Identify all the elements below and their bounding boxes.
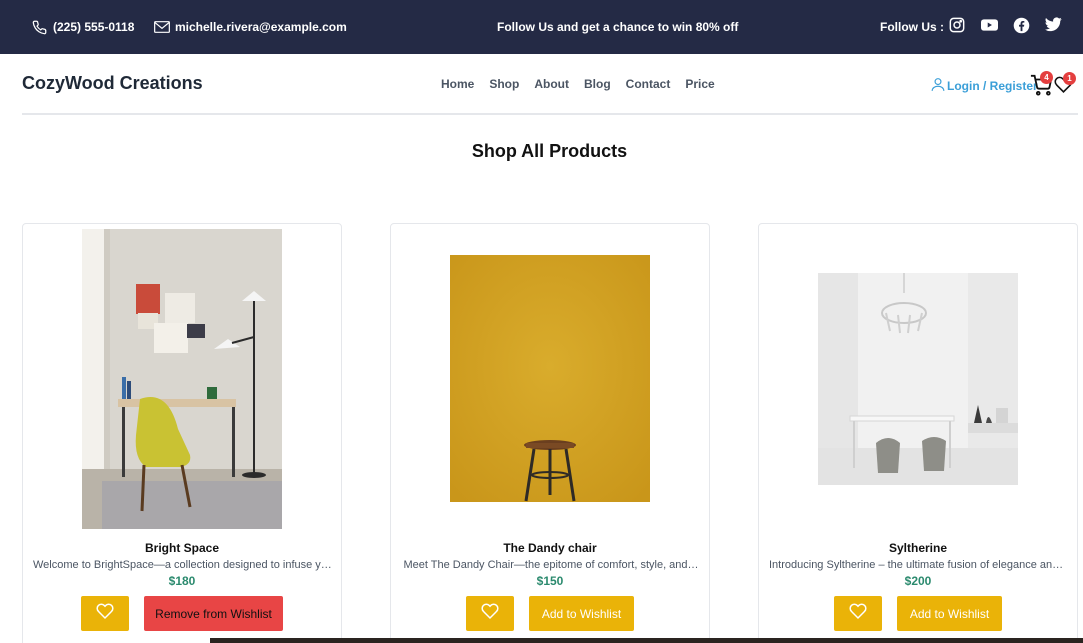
follow-label: Follow Us : <box>880 20 944 34</box>
product-image[interactable] <box>82 229 282 529</box>
login-register-link[interactable]: Login / Register <box>931 77 1038 95</box>
nav-about[interactable]: About <box>534 77 569 91</box>
email-address: michelle.rivera@example.com <box>175 20 347 34</box>
mail-icon <box>154 20 170 34</box>
heart-icon <box>849 602 867 625</box>
contact-email[interactable]: michelle.rivera@example.com <box>154 0 347 54</box>
main-nav: Home Shop About Blog Contact Price <box>441 77 715 91</box>
product-card[interactable]: The Dandy chair Meet The Dandy Chair—the… <box>390 223 710 643</box>
product-price: $180 <box>168 574 196 588</box>
promo-text: Follow Us and get a chance to win 80% of… <box>497 20 739 34</box>
wishlist-heart-button[interactable] <box>466 596 514 631</box>
next-section-edge <box>210 638 1083 643</box>
instagram-icon[interactable] <box>949 17 967 35</box>
product-image[interactable] <box>818 273 1018 485</box>
product-description: Meet The Dandy Chair—the epitome of comf… <box>403 559 699 571</box>
user-icon <box>931 77 945 95</box>
heart-icon <box>481 602 499 625</box>
page-title: Shop All Products <box>471 141 628 161</box>
wishlist-heart-button[interactable] <box>81 596 129 631</box>
twitter-icon[interactable] <box>1045 17 1063 35</box>
product-price: $200 <box>904 574 932 588</box>
contact-phone[interactable]: (225) 555-0118 <box>32 0 134 54</box>
product-card[interactable]: Syltherine Introducing Syltherine – the … <box>758 223 1078 643</box>
cart-count-badge: 4 <box>1040 71 1053 84</box>
add-to-wishlist-button[interactable]: Add to Wishlist <box>897 596 1002 631</box>
add-to-wishlist-button[interactable]: Add to Wishlist <box>529 596 634 631</box>
product-description: Welcome to BrightSpace—a collection desi… <box>33 559 333 571</box>
remove-from-wishlist-button[interactable]: Remove from Wishlist <box>144 596 283 631</box>
nav-contact[interactable]: Contact <box>626 77 671 91</box>
nav-home[interactable]: Home <box>441 77 474 91</box>
product-name[interactable]: Syltherine <box>759 541 1077 555</box>
header-divider <box>22 113 1078 115</box>
top-bar: (225) 555-0118 michelle.rivera@example.c… <box>0 0 1083 54</box>
nav-price[interactable]: Price <box>685 77 714 91</box>
nav-blog[interactable]: Blog <box>584 77 611 91</box>
product-name[interactable]: The Dandy chair <box>391 541 709 555</box>
nav-shop[interactable]: Shop <box>489 77 519 91</box>
wishlist-count-badge: 1 <box>1063 72 1076 85</box>
product-description: Introducing Syltherine – the ultimate fu… <box>769 559 1069 571</box>
wishlist-heart-button[interactable] <box>834 596 882 631</box>
login-label: Login / Register <box>947 79 1038 93</box>
heart-icon <box>96 602 114 625</box>
product-image[interactable] <box>450 255 650 502</box>
facebook-icon[interactable] <box>1013 17 1031 35</box>
phone-number: (225) 555-0118 <box>53 20 135 34</box>
phone-icon <box>32 20 47 35</box>
product-price: $150 <box>536 574 564 588</box>
product-name[interactable]: Bright Space <box>23 541 341 555</box>
youtube-icon[interactable] <box>981 17 999 35</box>
brand-logo[interactable]: CozyWood Creations <box>22 73 203 94</box>
product-card[interactable]: Bright Space Welcome to BrightSpace—a co… <box>22 223 342 643</box>
